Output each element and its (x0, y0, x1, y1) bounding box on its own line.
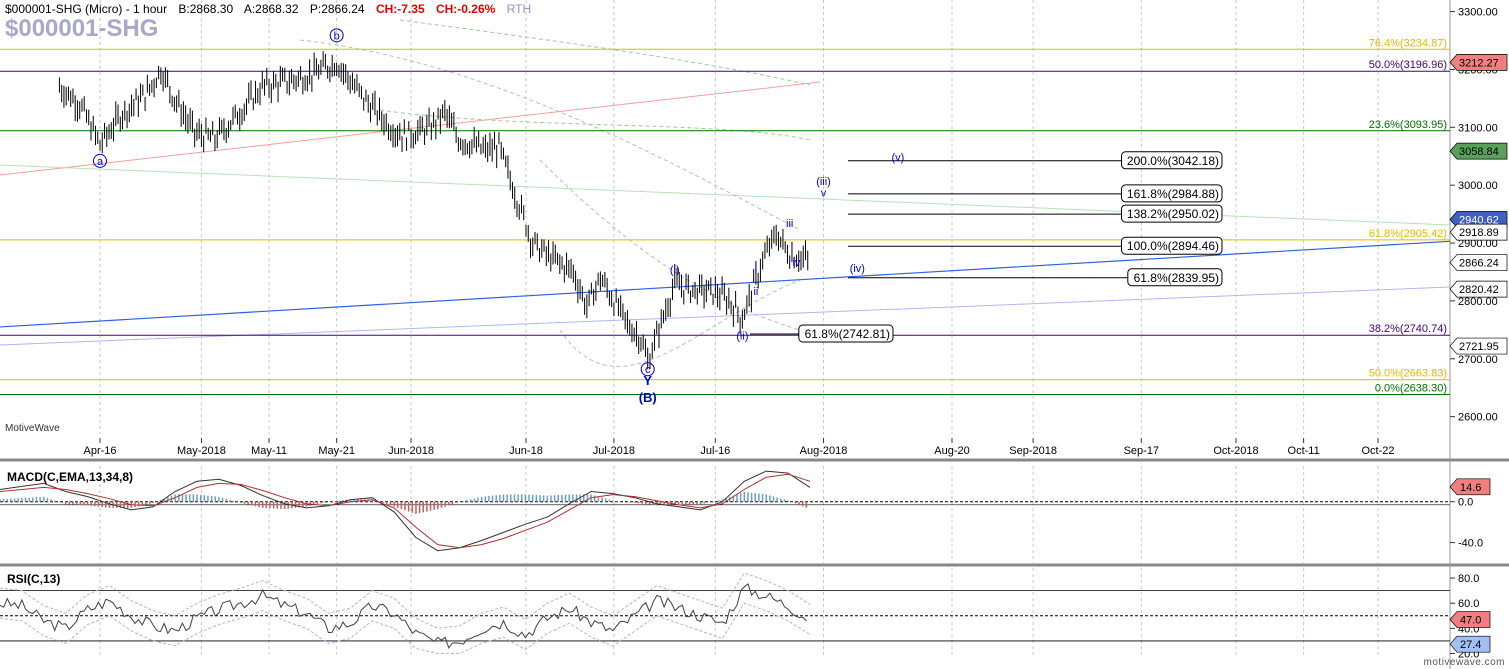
rsi-tick-label: 80.0 (1458, 573, 1479, 585)
wave-label: (iii) (816, 176, 831, 188)
x-tick-label: Sep-17 (1124, 445, 1159, 457)
x-tick-label: May-2018 (177, 445, 226, 457)
macd-tick-label: 0.0 (1458, 497, 1473, 509)
price-tag-label: 2918.89 (1459, 227, 1499, 239)
y-tick-label: 3300.00 (1458, 7, 1498, 19)
x-tick-label: Jul-16 (700, 445, 730, 457)
symbol-title: $000001-SHG (Micro) - 1 hour (5, 2, 168, 16)
rsi-tick-label: 60.0 (1458, 598, 1479, 610)
brand-url: motivewave.com (1423, 657, 1505, 668)
price-value: P:2866.24 (309, 2, 365, 16)
projection-label: 161.8%(2984.88) (1127, 187, 1219, 201)
x-tick-label: Jul-2018 (593, 445, 635, 457)
wave-label: Y (643, 373, 652, 388)
y-tick-label: 2700.00 (1458, 354, 1498, 366)
y-tick-label: 3000.00 (1458, 180, 1498, 192)
projection-label: 61.8%(2742.81) (805, 327, 890, 341)
price-tag-label: 3058.84 (1459, 146, 1499, 158)
change-value: CH:-7.35 (375, 2, 425, 16)
change-pct-value: CH:-0.26% (435, 2, 496, 16)
price-tag-label: 2721.95 (1459, 341, 1499, 353)
symbol-watermark: $000001-SHG (5, 15, 159, 42)
rsi-value-label: 47.0 (1460, 615, 1481, 627)
projection-label: 138.2%(2950.02) (1127, 207, 1219, 221)
chart-canvas: Apr-16 May-2018 May-11 May-21 Jun-2018 Jun-18… (0, 0, 1509, 669)
macd-value-label: 14.6 (1460, 482, 1481, 494)
projection-label: 100.0%(2894.46) (1127, 239, 1219, 253)
x-tick-label: Apr-16 (83, 445, 116, 457)
x-tick-label: Aug-20 (934, 445, 969, 457)
fib-level-label: 50.0%(2663.83) (1369, 368, 1447, 380)
wave-label: iii (786, 218, 793, 230)
wave-label: (ii) (736, 331, 748, 343)
x-tick-label: Jun-18 (509, 445, 543, 457)
fib-level-label: 50.0%(3196.96) (1369, 59, 1447, 71)
wave-label: (iv) (850, 263, 865, 275)
fib-level-label: 38.2%(2740.74) (1369, 323, 1447, 335)
wave-label: ii (753, 286, 758, 298)
macd-title: MACD(C,EMA,13,34,8) (7, 470, 134, 484)
wave-label: b (334, 30, 340, 42)
fib-level-label: 76.4%(3234.87) (1369, 37, 1447, 49)
price-tag-label: 2866.24 (1459, 258, 1499, 270)
rsi-value-label: 27.4 (1460, 639, 1481, 651)
fib-level-label: 0.0%(2638.30) (1375, 382, 1447, 394)
wave-label: iv (792, 257, 800, 269)
x-tick-label: Aug-2018 (800, 445, 848, 457)
x-tick-label: May-11 (251, 445, 287, 457)
projection-label: 61.8%(2839.95) (1134, 271, 1219, 285)
brand-label: MotiveWave (5, 423, 60, 434)
y-tick-label: 3100.00 (1458, 122, 1498, 134)
wave-label: v (821, 188, 827, 200)
x-tick-label: Oct-2018 (1213, 445, 1258, 457)
x-tick-label: Oct-11 (1288, 445, 1320, 457)
projection-label: 200.0%(3042.18) (1127, 154, 1219, 168)
wave-label: a (97, 156, 104, 168)
fib-level-label: 61.8%(2905.42) (1369, 228, 1447, 240)
price-tag-label: 3212.27 (1459, 57, 1499, 69)
session-label: RTH (506, 2, 532, 16)
wave-label: i (755, 264, 757, 276)
x-tick-label: Oct-22 (1361, 445, 1394, 457)
bid-value: B:2868.30 (178, 2, 234, 16)
ask-value: A:2868.32 (243, 2, 299, 16)
x-tick-label: Sep-2018 (1009, 445, 1057, 457)
fib-level-label: 23.6%(3093.95) (1369, 119, 1447, 131)
wave-label: (i) (670, 265, 680, 277)
x-tick-label: Jun-2018 (388, 445, 434, 457)
wave-label: (B) (639, 390, 657, 405)
macd-tick-label: -40.0 (1458, 538, 1483, 550)
price-tag-label: 2820.42 (1459, 284, 1499, 296)
rsi-title: RSI(C,13) (7, 572, 61, 586)
y-tick-label: 2600.00 (1458, 412, 1498, 424)
x-tick-label: May-21 (318, 445, 355, 457)
y-tick-label: 2800.00 (1458, 296, 1498, 308)
wave-label: (v) (891, 152, 904, 164)
chart-header: $000001-SHG (Micro) - 1 hour B:2868.30 A… (5, 2, 539, 16)
